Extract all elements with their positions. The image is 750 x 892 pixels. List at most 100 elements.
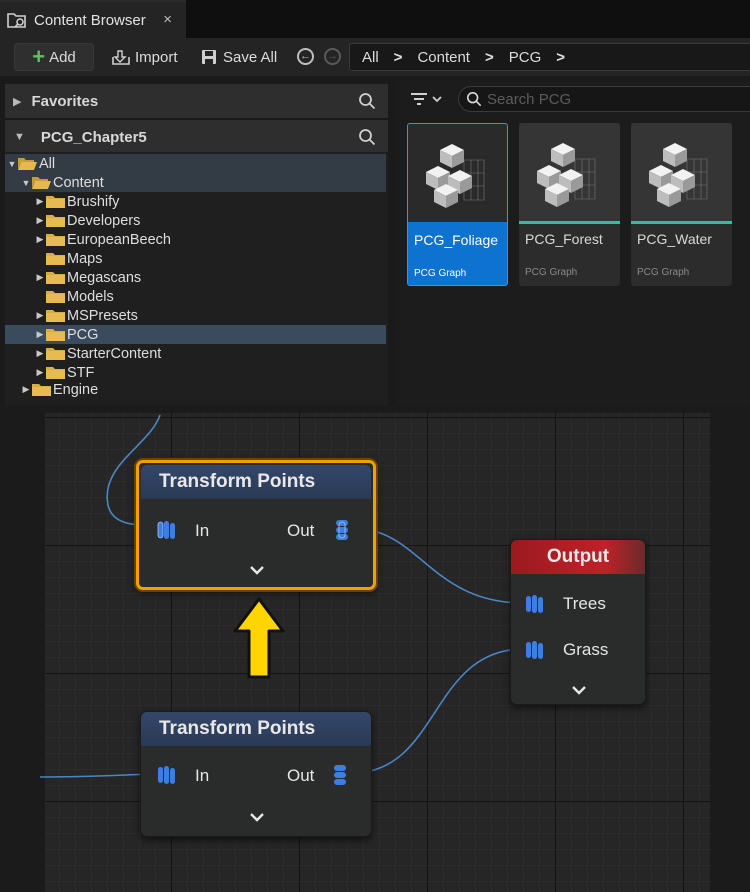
asset-thumbnail	[519, 123, 620, 221]
tree-item-content[interactable]: ▼ Content	[5, 173, 386, 192]
tree-item-europeanbeech[interactable]: ▶ EuropeanBeech	[5, 230, 386, 249]
caret-right-icon[interactable]: ▶	[35, 215, 45, 226]
tree-item-label: Brushify	[67, 193, 120, 210]
pin-out-icon[interactable]	[331, 764, 353, 786]
tab-close-icon[interactable]: ×	[163, 11, 172, 28]
tree-item-label: Maps	[67, 250, 103, 267]
node-title: Transform Points	[141, 712, 371, 746]
pin-trees-icon[interactable]	[525, 593, 547, 615]
output-node[interactable]: Output Trees Grass	[510, 539, 646, 705]
asset-type: PCG Graph	[414, 268, 467, 279]
history-forward-icon[interactable]: →	[324, 48, 341, 65]
caret-right-icon[interactable]: ▶	[35, 367, 45, 378]
search-input[interactable]: Search PCG	[458, 86, 750, 112]
caret-right-icon[interactable]: ▶	[35, 196, 45, 207]
pin-grass-icon[interactable]	[525, 639, 547, 661]
tree-item-megascans[interactable]: ▶ Megascans	[5, 268, 386, 287]
asset-name: PCG_Forest	[525, 231, 603, 247]
save-all-label: Save All	[223, 48, 278, 66]
transform-points-node-1[interactable]: Transform Points In Out	[136, 460, 376, 590]
tree-item-label: EuropeanBeech	[67, 231, 171, 248]
tree-item-models[interactable]: Models	[5, 287, 386, 306]
project-header[interactable]: ▼ PCG_Chapter5	[5, 120, 388, 154]
tree-item-startercontent[interactable]: ▶ StarterContent	[5, 344, 386, 363]
tree-item-label: PCG	[67, 326, 99, 343]
pin-in-label: In	[195, 521, 210, 540]
search-icon[interactable]	[358, 92, 376, 110]
breadcrumb-content[interactable]: Content	[417, 49, 470, 66]
asset-type-stripe	[631, 221, 732, 224]
asset-name: PCG_Foliage	[414, 232, 499, 248]
tab-content-browser[interactable]: Content Browser ×	[0, 0, 186, 38]
chevron-down-icon[interactable]	[249, 565, 265, 575]
caret-right-icon[interactable]: ▶	[35, 348, 45, 359]
asset-type: PCG Graph	[637, 267, 690, 278]
folder-icon	[46, 290, 65, 303]
chevron-right-icon[interactable]: >	[556, 49, 565, 66]
caret-right-icon[interactable]: ▶	[35, 310, 45, 321]
pin-in-icon[interactable]	[157, 764, 179, 786]
import-icon	[112, 50, 130, 65]
chevron-down-icon[interactable]	[571, 685, 587, 695]
caret-right-icon[interactable]: ▶	[35, 234, 45, 245]
wire-node1-to-trees	[351, 527, 525, 604]
triangle-right-icon: ▶	[13, 95, 22, 108]
caret-right-icon[interactable]: ▶	[21, 384, 31, 395]
save-icon	[202, 50, 216, 64]
history-back-icon[interactable]: ←	[297, 48, 314, 65]
asset-view: Search PCG PCG_Foliage PCG Graph PCG_For…	[396, 80, 750, 405]
breadcrumb-all[interactable]: All	[362, 49, 379, 66]
project-label: PCG_Chapter5	[40, 128, 147, 146]
filter-icon[interactable]	[408, 89, 444, 109]
pcg-graph-editor[interactable]: Transform Points In Out Output Trees Gra…	[0, 405, 750, 892]
search-placeholder: Search PCG	[487, 90, 572, 108]
tree-item-label: Engine	[53, 381, 99, 398]
pin-in-icon[interactable]	[157, 519, 179, 541]
folder-icon	[46, 328, 65, 341]
chevron-right-icon[interactable]: >	[485, 49, 494, 66]
wire-bottom-input	[39, 773, 153, 778]
pcg-graph-icon	[426, 144, 485, 208]
save-all-button[interactable]: Save All	[200, 43, 277, 71]
folder-icon	[46, 233, 65, 246]
caret-right-icon[interactable]: ▶	[35, 272, 45, 283]
tree-item-all[interactable]: ▼ All	[5, 154, 386, 173]
chevron-down-icon[interactable]	[249, 812, 265, 822]
add-button[interactable]: + Add	[14, 43, 94, 71]
favorites-header[interactable]: ▶ Favorites	[5, 84, 388, 118]
content-browser-icon	[7, 13, 26, 28]
breadcrumb-pcg[interactable]: PCG	[509, 49, 542, 66]
caret-down-icon[interactable]: ▼	[7, 159, 17, 169]
pin-out-icon[interactable]	[333, 519, 355, 541]
chevron-right-icon[interactable]: >	[394, 49, 403, 66]
triangle-down-icon: ▼	[14, 131, 25, 143]
pin-trees-label: Trees	[563, 594, 606, 613]
asset-tile-pcg-water[interactable]: PCG_Water PCG Graph	[631, 123, 732, 286]
folder-open-icon	[18, 157, 37, 170]
pin-out-label: Out	[287, 766, 315, 785]
tree-item-brushify[interactable]: ▶ Brushify	[5, 192, 386, 211]
caret-down-icon[interactable]: ▼	[21, 178, 31, 188]
tree-item-pcg[interactable]: ▶ PCG	[5, 325, 386, 344]
asset-thumbnail	[631, 123, 732, 221]
transform-points-node-2[interactable]: Transform Points In Out	[140, 711, 372, 837]
asset-name: PCG_Water	[637, 231, 712, 247]
tree-item-label: All	[39, 155, 56, 172]
import-button[interactable]: Import	[110, 43, 178, 71]
asset-thumbnail	[408, 124, 507, 222]
tree-item-developers[interactable]: ▶ Developers	[5, 211, 386, 230]
caret-right-icon[interactable]: ▶	[35, 329, 45, 340]
content-browser: Content Browser × + Add Import Save All …	[0, 0, 750, 405]
tree-item-maps[interactable]: Maps	[5, 249, 386, 268]
asset-tile-pcg-foliage[interactable]: PCG_Foliage PCG Graph	[407, 123, 508, 286]
folder-icon	[46, 195, 65, 208]
toolbar: + Add Import Save All ← → All > Content …	[0, 38, 750, 76]
tree-item-label: Developers	[67, 212, 141, 229]
tree-item-engine[interactable]: ▶ Engine	[5, 380, 386, 399]
tree-item-mspresets[interactable]: ▶ MSPresets	[5, 306, 386, 325]
folder-icon	[46, 252, 65, 265]
search-icon[interactable]	[358, 128, 376, 146]
folder-icon	[46, 309, 65, 322]
asset-tile-pcg-forest[interactable]: PCG_Forest PCG Graph	[519, 123, 620, 286]
add-label: Add	[49, 48, 76, 66]
